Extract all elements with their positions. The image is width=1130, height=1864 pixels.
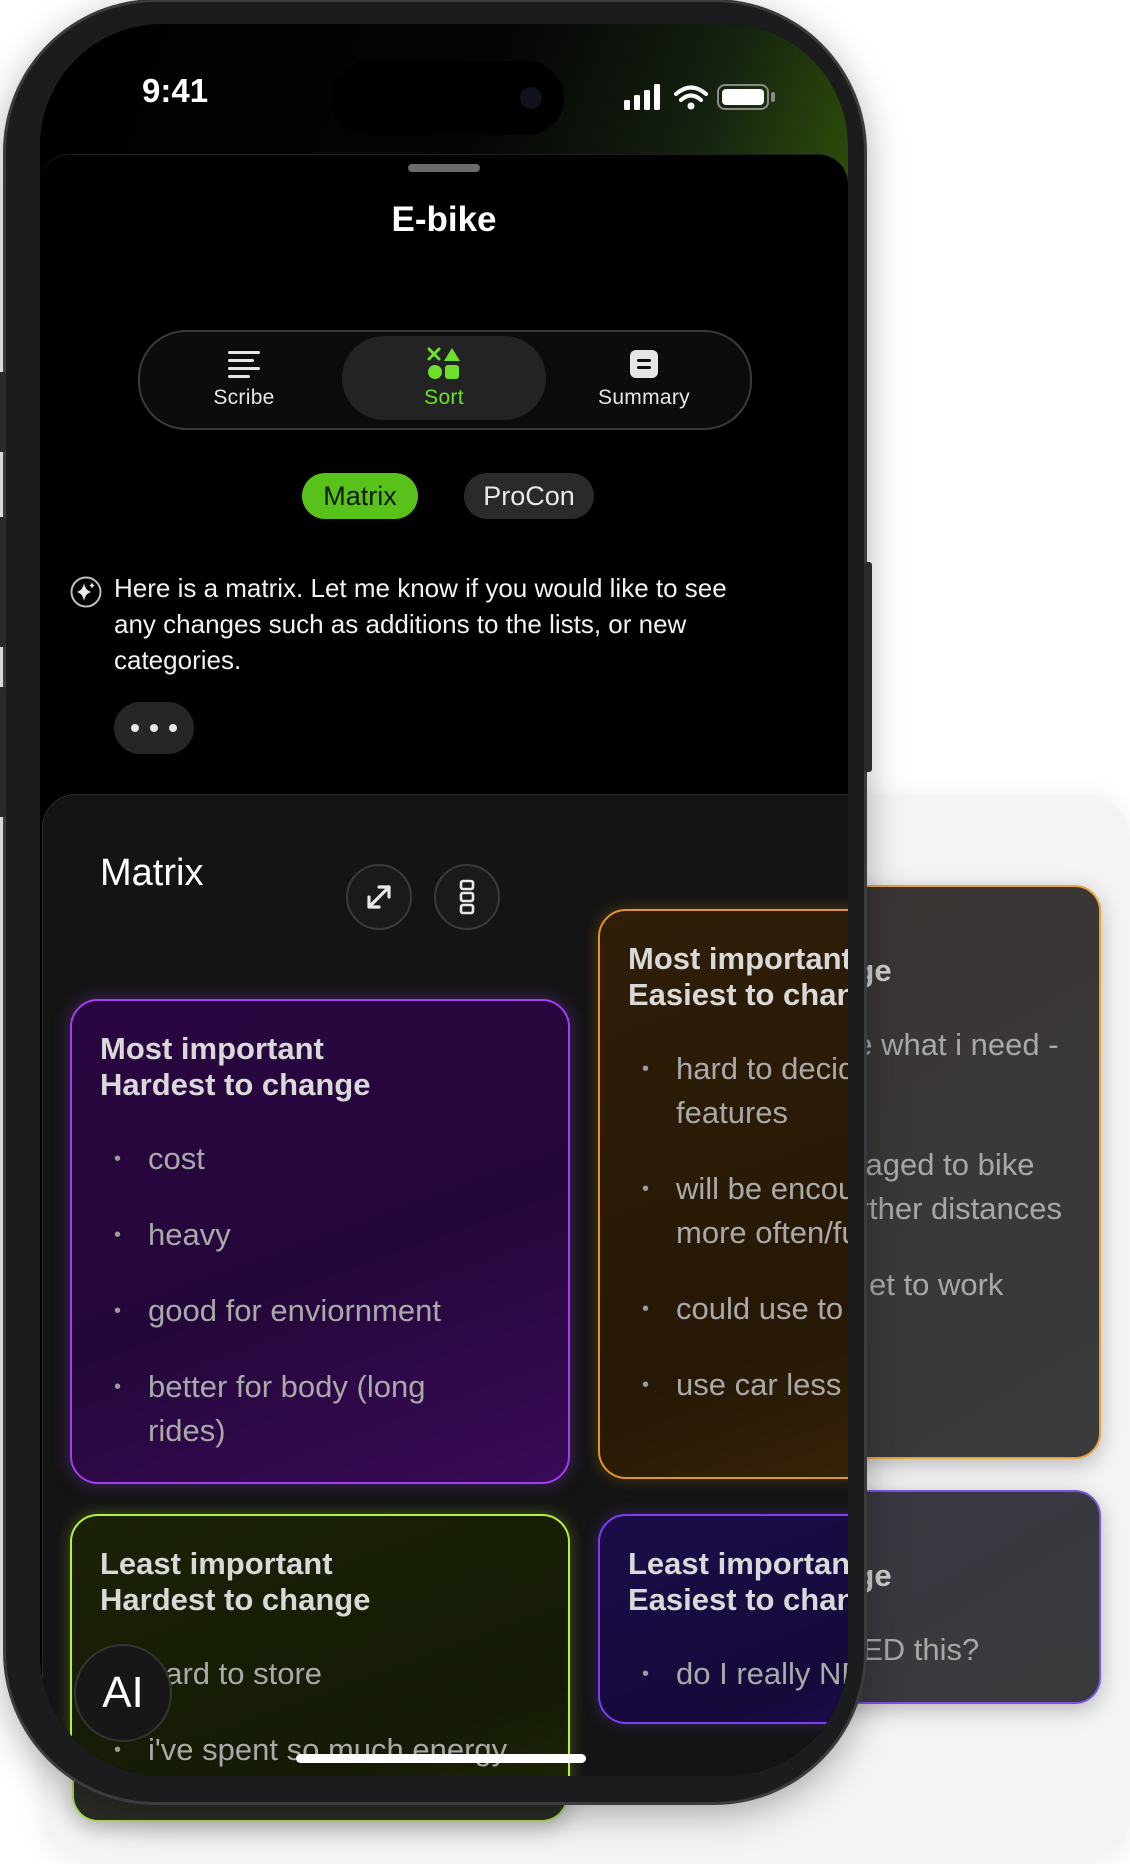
- quadrant-least-easiest[interactable]: Least importantEasiest to change do I re…: [598, 1514, 848, 1724]
- phone-frame: 9:41 E-bike Scribe Sort Summary Matrix P…: [0, 2, 872, 1802]
- quadrant-title: Most important Hardest to change: [100, 1031, 371, 1102]
- dynamic-island: [330, 61, 564, 135]
- list-item: hard to decide what i need - features: [628, 1047, 848, 1135]
- sparkle-icon: [70, 576, 102, 608]
- list-layout-icon: [459, 879, 475, 915]
- more-options-button[interactable]: [114, 702, 194, 754]
- tab-scribe[interactable]: Scribe: [142, 336, 346, 420]
- volume-down-button: [0, 687, 6, 817]
- power-button: [864, 562, 872, 772]
- tab-label: Sort: [424, 386, 464, 409]
- chip-matrix[interactable]: Matrix: [302, 473, 418, 519]
- list-item: will be encouraged to bike more often/fu…: [628, 1167, 848, 1255]
- signal-wifi-battery-icon: [624, 84, 775, 110]
- list-item: cost: [100, 1137, 548, 1181]
- camera-icon: [520, 87, 542, 109]
- shapes-icon: [427, 347, 460, 379]
- quadrant-most-hardest[interactable]: Most importantHardest to change cost hea…: [70, 999, 570, 1484]
- quadrant-title: Least importantEasiest to change: [628, 1546, 848, 1617]
- list-item: better for body (long rides): [100, 1365, 548, 1453]
- expand-icon: [367, 885, 391, 909]
- list-item: i've spent so much energy on this: [100, 1728, 548, 1776]
- chip-procon[interactable]: ProCon: [464, 473, 594, 519]
- summary-icon: [630, 350, 658, 378]
- list-item: do I really NEED this?: [628, 1652, 848, 1696]
- tab-label: Scribe: [213, 386, 275, 409]
- quadrant-title: Least important Hardest to change: [100, 1546, 371, 1617]
- quadrant-most-easiest[interactable]: Most importantEasiest to change hard to …: [598, 909, 848, 1479]
- quadrant-title: Most importantEasiest to change: [628, 941, 848, 1012]
- dot: [131, 724, 139, 732]
- status-time: 9:41: [142, 72, 209, 109]
- volume-up-button: [0, 517, 6, 647]
- tab-label: Summary: [598, 386, 690, 409]
- tab-summary[interactable]: Summary: [542, 336, 746, 420]
- tab-sort[interactable]: Sort: [342, 336, 546, 420]
- quadrant-items: hard to decide what i need - features wi…: [628, 1047, 848, 1407]
- quadrant-items: do I really NEED this?: [628, 1652, 848, 1696]
- dot: [169, 724, 177, 732]
- quadrant-items: cost heavy good for enviornment better f…: [100, 1137, 548, 1453]
- segmented-control: Scribe Sort Summary: [138, 330, 752, 430]
- dot: [150, 724, 158, 732]
- ai-assistant-button[interactable]: AI: [74, 1644, 172, 1742]
- list-item: use car less: [628, 1363, 848, 1407]
- status-icons: [624, 82, 784, 112]
- phone-screen: 9:41 E-bike Scribe Sort Summary Matrix P…: [40, 24, 848, 1776]
- action-button: [0, 372, 6, 452]
- list-item: good for enviornment: [100, 1289, 548, 1333]
- lines-icon: [228, 351, 260, 378]
- expand-button[interactable]: [346, 864, 412, 930]
- matrix-title: Matrix: [100, 852, 204, 894]
- layout-button[interactable]: [434, 864, 500, 930]
- sheet-grabber[interactable]: [408, 164, 480, 172]
- page-title: E-bike: [391, 200, 497, 239]
- assistant-message: Here is a matrix. Let me know if you wou…: [114, 573, 727, 675]
- list-item: could use to get to work: [628, 1287, 848, 1331]
- list-item: heavy: [100, 1213, 548, 1257]
- home-indicator[interactable]: [296, 1754, 586, 1763]
